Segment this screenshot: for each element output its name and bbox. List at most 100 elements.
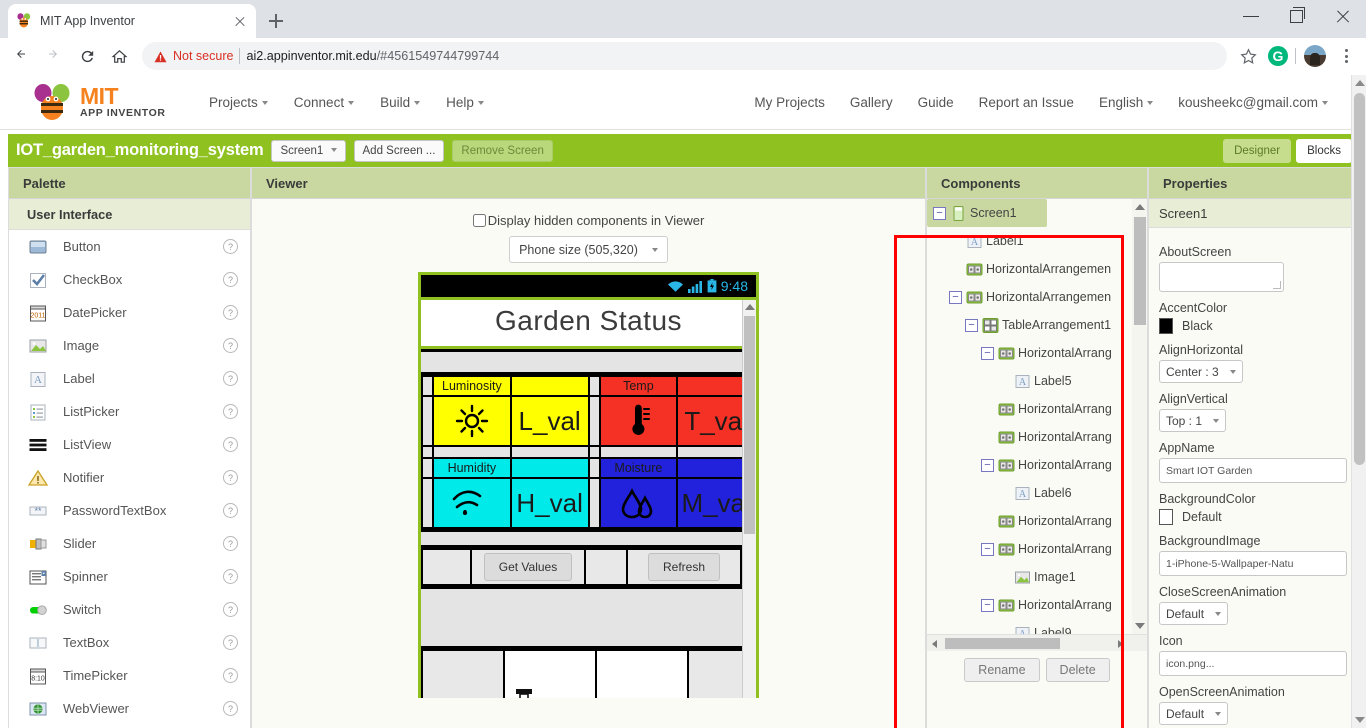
refresh-cell[interactable]: Refresh xyxy=(628,550,740,584)
empty-arrangement[interactable] xyxy=(421,589,756,646)
phone-preview[interactable]: 9:48 Garden Status xyxy=(418,272,759,698)
bottom-arrangement[interactable] xyxy=(421,649,756,698)
google-account-icon[interactable]: G xyxy=(1268,46,1288,66)
address-bar[interactable]: Not secure ai2.appinventor.mit.edu/#4561… xyxy=(142,42,1227,70)
blocks-tab-button[interactable]: Blocks xyxy=(1296,139,1352,163)
property-dropdown[interactable]: Center : 3 xyxy=(1159,360,1243,383)
maximize-window-button[interactable] xyxy=(1274,0,1320,32)
scroll-down-icon[interactable] xyxy=(1355,717,1365,723)
temp-label-cell[interactable]: Temp xyxy=(601,377,677,395)
property-input[interactable]: 1-iPhone-5-Wallpaper-Natu xyxy=(1159,551,1347,576)
action-button-row[interactable]: Get Values Refresh xyxy=(421,548,756,586)
palette-item-button[interactable]: Button ? xyxy=(9,230,250,263)
menu-connect[interactable]: Connect xyxy=(294,95,354,110)
help-icon[interactable]: ? xyxy=(223,305,238,320)
bookmark-star-icon[interactable] xyxy=(1235,43,1261,69)
scroll-thumb[interactable] xyxy=(1354,93,1365,465)
help-icon[interactable]: ? xyxy=(223,536,238,551)
component-tree-node[interactable]: HorizontalArrangemen xyxy=(927,255,1147,283)
scroll-up-icon[interactable] xyxy=(1135,204,1145,210)
help-icon[interactable]: ? xyxy=(223,602,238,617)
rename-component-button[interactable]: Rename xyxy=(964,658,1039,682)
help-icon[interactable]: ? xyxy=(223,569,238,584)
component-tree-node[interactable]: −HorizontalArrang xyxy=(927,451,1147,479)
property-input[interactable]: icon.png... xyxy=(1159,651,1347,676)
phone-preview-scrollbar[interactable] xyxy=(742,300,756,698)
user-email-menu[interactable]: kousheekc@gmail.com xyxy=(1178,95,1328,110)
menu-build[interactable]: Build xyxy=(380,95,420,110)
palette-item-spinner[interactable]: Spinner ? xyxy=(9,560,250,593)
help-icon[interactable]: ? xyxy=(223,272,238,287)
palette-item-notifier[interactable]: Notifier ? xyxy=(9,461,250,494)
tree-collapse-toggle[interactable]: − xyxy=(933,207,946,220)
tree-collapse-toggle[interactable]: − xyxy=(981,459,994,472)
component-tree-node[interactable]: ALabel6 xyxy=(927,479,1147,507)
scroll-up-icon[interactable] xyxy=(745,304,755,310)
luminosity-icon-cell[interactable] xyxy=(434,397,510,445)
display-hidden-components-label[interactable]: Display hidden components in Viewer xyxy=(488,213,705,228)
humidity-label-filler[interactable] xyxy=(512,459,588,477)
component-tree-node[interactable]: ALabel9 xyxy=(927,619,1147,634)
menu-help[interactable]: Help xyxy=(446,95,484,110)
palette-item-textbox[interactable]: I TextBox ? xyxy=(9,626,250,659)
link-report-an-issue[interactable]: Report an Issue xyxy=(979,95,1074,110)
designer-tab-button[interactable]: Designer xyxy=(1223,139,1291,163)
humidity-value-cell[interactable]: H_val xyxy=(512,479,588,527)
property-dropdown[interactable]: Top : 1 xyxy=(1159,409,1226,432)
help-icon[interactable]: ? xyxy=(223,668,238,683)
browser-tab[interactable]: MIT App Inventor xyxy=(8,4,256,38)
component-tree-node[interactable]: HorizontalArrang xyxy=(927,507,1147,535)
minimize-window-button[interactable] xyxy=(1228,0,1274,32)
bottom-cell-blank[interactable] xyxy=(597,651,687,698)
luminosity-value-cell[interactable]: L_val xyxy=(512,397,588,445)
component-tree-node[interactable]: HorizontalArrang xyxy=(927,423,1147,451)
help-icon[interactable]: ? xyxy=(223,503,238,518)
humidity-label-cell[interactable]: Humidity xyxy=(434,459,510,477)
delete-component-button[interactable]: Delete xyxy=(1046,658,1110,682)
page-scrollbar[interactable] xyxy=(1351,75,1366,728)
app-inventor-logo[interactable]: MIT APP INVENTOR xyxy=(30,84,195,120)
palette-item-webviewer[interactable]: WebViewer ? xyxy=(9,692,250,725)
tree-collapse-toggle[interactable]: − xyxy=(965,319,978,332)
humidity-icon-cell[interactable] xyxy=(434,479,510,527)
language-selector[interactable]: English xyxy=(1099,95,1153,110)
luminosity-label-filler[interactable] xyxy=(512,377,588,395)
component-tree-node[interactable]: ALabel1 xyxy=(927,227,1147,255)
component-tree-vscrollbar[interactable] xyxy=(1132,199,1147,634)
new-tab-button[interactable] xyxy=(262,7,290,35)
palette-category-user-interface[interactable]: User Interface xyxy=(9,199,250,230)
reload-button[interactable] xyxy=(72,41,102,71)
tree-collapse-toggle[interactable]: − xyxy=(981,599,994,612)
palette-item-checkbox[interactable]: CheckBox ? xyxy=(9,263,250,296)
scroll-up-icon[interactable] xyxy=(1355,80,1365,86)
screen-selector-button[interactable]: Screen1 xyxy=(271,140,345,162)
property-input[interactable]: Smart IOT Garden xyxy=(1159,458,1347,483)
bottom-cell-image[interactable] xyxy=(505,651,595,698)
component-tree-node[interactable]: −HorizontalArrang xyxy=(927,535,1147,563)
scroll-thumb-horizontal[interactable] xyxy=(945,638,1060,649)
close-tab-icon[interactable] xyxy=(232,13,248,29)
component-tree-hscrollbar[interactable] xyxy=(927,634,1147,651)
help-icon[interactable]: ? xyxy=(223,701,238,716)
menu-projects[interactable]: Projects xyxy=(209,95,268,110)
get-values-button[interactable]: Get Values xyxy=(484,553,572,581)
link-my-projects[interactable]: My Projects xyxy=(754,95,825,110)
help-icon[interactable]: ? xyxy=(223,437,238,452)
help-icon[interactable]: ? xyxy=(223,635,238,650)
luminosity-label-cell[interactable]: Luminosity xyxy=(434,377,510,395)
scroll-left-icon[interactable] xyxy=(932,640,937,648)
palette-item-timepicker[interactable]: 8:10 TimePicker ? xyxy=(9,659,250,692)
scroll-thumb[interactable] xyxy=(744,316,755,534)
component-tree-node[interactable]: HorizontalArrang xyxy=(927,395,1147,423)
help-icon[interactable]: ? xyxy=(223,239,238,254)
get-values-cell[interactable]: Get Values xyxy=(472,550,584,584)
add-screen-button[interactable]: Add Screen ... xyxy=(354,140,445,162)
component-tree-node[interactable]: −TableArrangement1 xyxy=(927,311,1147,339)
app-title-band[interactable]: Garden Status xyxy=(421,297,756,349)
palette-item-image[interactable]: Image ? xyxy=(9,329,250,362)
close-window-button[interactable] xyxy=(1320,0,1366,32)
scroll-down-icon[interactable] xyxy=(1135,623,1145,629)
component-tree-node[interactable]: −HorizontalArrang xyxy=(927,591,1147,619)
temp-icon-cell[interactable] xyxy=(601,397,677,445)
palette-item-listview[interactable]: ListView ? xyxy=(9,428,250,461)
